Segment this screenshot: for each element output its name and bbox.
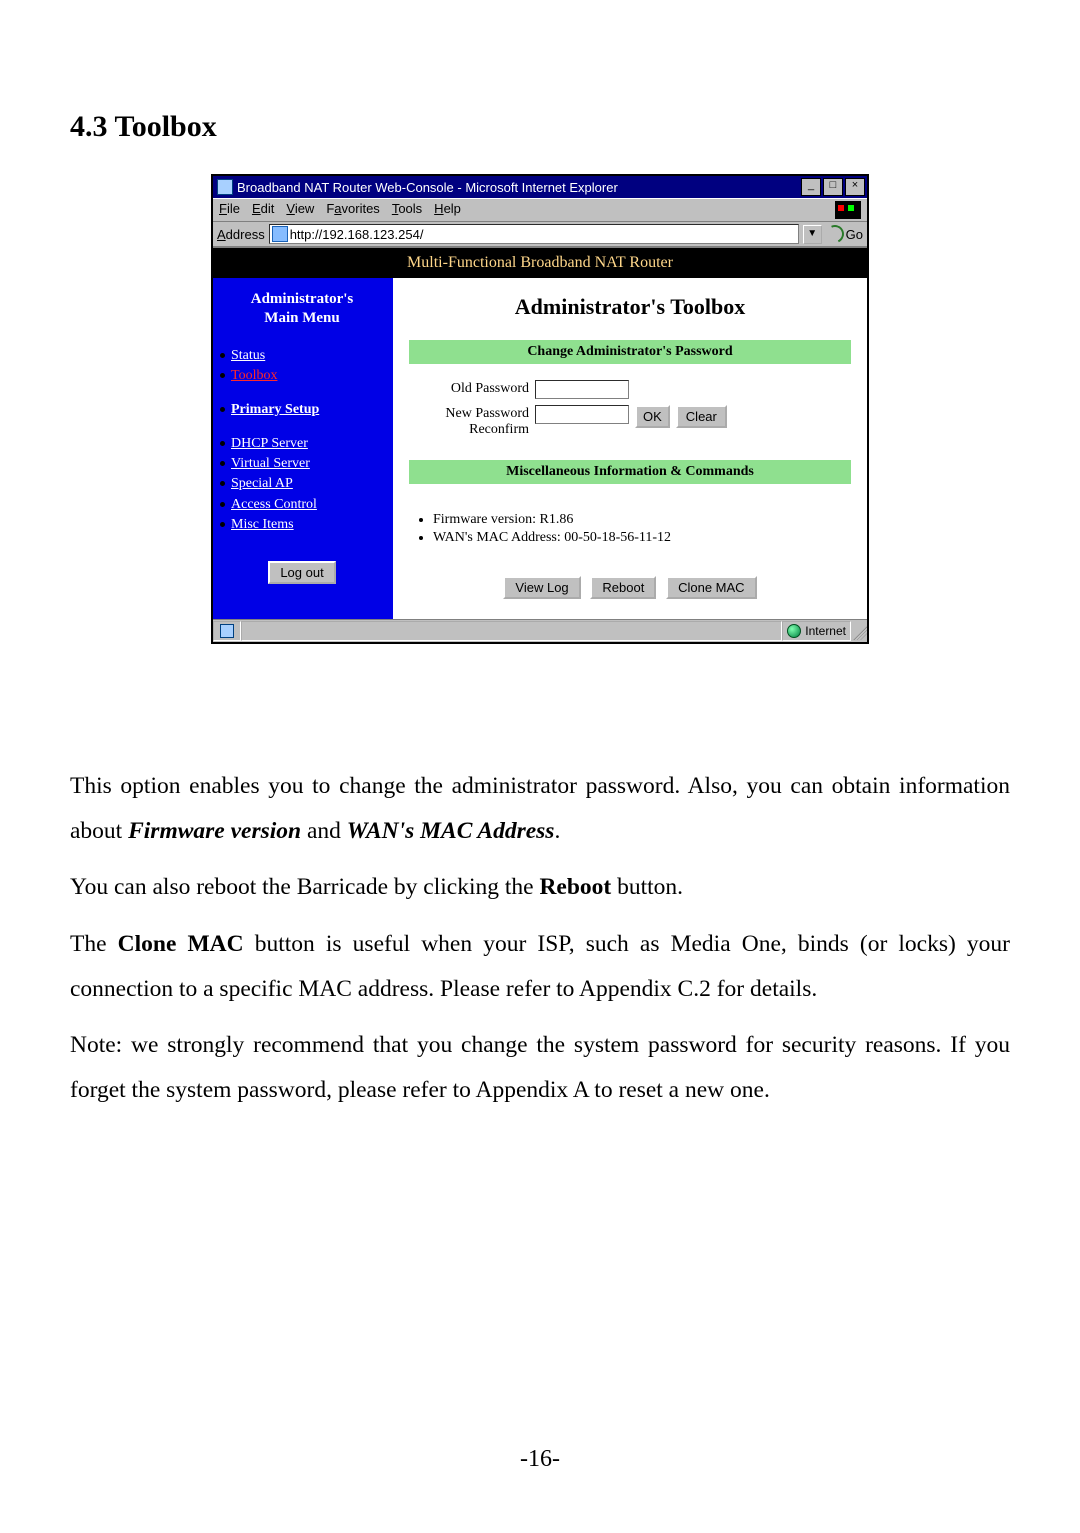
page-content: Multi-Functional Broadband NAT Router Ad…	[213, 247, 867, 619]
sidebar-item-virtual-server[interactable]: Virtual Server	[217, 454, 387, 474]
sidebar-item-primary-setup[interactable]: Primary Setup	[217, 400, 387, 420]
go-label: Go	[846, 227, 863, 242]
status-zone-label: Internet	[805, 624, 846, 638]
close-button[interactable]: ×	[845, 178, 865, 196]
url-text: http://192.168.123.254/	[290, 227, 424, 242]
body-text: This option enables you to change the ad…	[70, 764, 1010, 1112]
menu-favorites[interactable]: Favorites	[326, 201, 379, 219]
misc-section-header: Miscellaneous Information & Commands	[409, 460, 851, 484]
status-zone: Internet	[782, 621, 851, 641]
main-title: Administrator's Toolbox	[409, 294, 851, 320]
menu-view[interactable]: View	[286, 201, 314, 219]
banner-title: Multi-Functional Broadband NAT Router	[213, 248, 867, 278]
resize-grip[interactable]	[851, 622, 867, 640]
minimize-button[interactable]: _	[801, 178, 821, 196]
browser-window: Broadband NAT Router Web-Console - Micro…	[211, 174, 869, 644]
reboot-button[interactable]: Reboot	[590, 576, 656, 599]
paragraph-1: This option enables you to change the ad…	[70, 764, 1010, 853]
clear-button[interactable]: Clear	[676, 405, 727, 428]
view-log-button[interactable]: View Log	[503, 576, 580, 599]
paragraph-4: Note: we strongly recommend that you cha…	[70, 1023, 1010, 1112]
old-password-label: Old Password	[413, 380, 529, 397]
sidebar-item-misc-items[interactable]: Misc Items	[217, 515, 387, 535]
menu-file[interactable]: File	[219, 201, 240, 219]
page-icon	[272, 226, 288, 242]
menu-bar: File Edit View Favorites Tools Help	[213, 198, 867, 221]
menu-edit[interactable]: Edit	[252, 201, 274, 219]
sidebar: Administrator's Main Menu Status Toolbox…	[213, 278, 393, 619]
wan-mac-address: WAN's MAC Address: 00-50-18-56-11-12	[433, 530, 845, 546]
maximize-button[interactable]: □	[823, 178, 843, 196]
title-bar: Broadband NAT Router Web-Console - Micro…	[213, 176, 867, 198]
password-section-header: Change Administrator's Password	[409, 340, 851, 364]
menu-tools[interactable]: Tools	[392, 201, 422, 219]
sidebar-item-access-control[interactable]: Access Control	[217, 495, 387, 515]
sidebar-item-status[interactable]: Status	[217, 346, 387, 366]
main-pane: Administrator's Toolbox Change Administr…	[393, 278, 867, 619]
address-bar: Address http://192.168.123.254/ ▼ Go	[213, 221, 867, 247]
firmware-version: Firmware version: R1.86	[433, 512, 845, 528]
old-password-input[interactable]	[535, 380, 629, 399]
ok-button[interactable]: OK	[635, 405, 670, 428]
paragraph-3: The Clone MAC button is useful when your…	[70, 922, 1010, 1011]
status-bar: Internet	[213, 619, 867, 642]
sidebar-item-dhcp[interactable]: DHCP Server	[217, 434, 387, 454]
misc-info-list: Firmware version: R1.86 WAN's MAC Addres…	[409, 498, 851, 562]
address-label: Address	[217, 227, 265, 242]
url-dropdown-button[interactable]: ▼	[803, 225, 822, 244]
clone-mac-button[interactable]: Clone MAC	[666, 576, 756, 599]
url-field[interactable]: http://192.168.123.254/	[269, 224, 799, 244]
menu-help[interactable]: Help	[434, 201, 461, 219]
new-password-label: New PasswordReconfirm	[413, 405, 529, 438]
sidebar-item-toolbox[interactable]: Toolbox	[217, 366, 387, 386]
ie-logo-icon	[835, 201, 861, 219]
new-password-input[interactable]	[535, 405, 629, 424]
page-number: -16-	[0, 1446, 1080, 1473]
sidebar-item-special-ap[interactable]: Special AP	[217, 474, 387, 494]
go-button[interactable]: Go	[826, 225, 863, 243]
internet-zone-icon	[787, 624, 801, 638]
paragraph-2: You can also reboot the Barricade by cli…	[70, 865, 1010, 910]
status-page-icon	[213, 621, 241, 641]
app-icon	[217, 179, 233, 195]
status-message	[241, 621, 782, 641]
go-icon	[823, 222, 846, 245]
sidebar-title: Administrator's Main Menu	[217, 290, 387, 328]
section-heading: 4.3 Toolbox	[70, 110, 1010, 144]
logout-button[interactable]: Log out	[268, 561, 335, 584]
window-title: Broadband NAT Router Web-Console - Micro…	[237, 180, 799, 195]
